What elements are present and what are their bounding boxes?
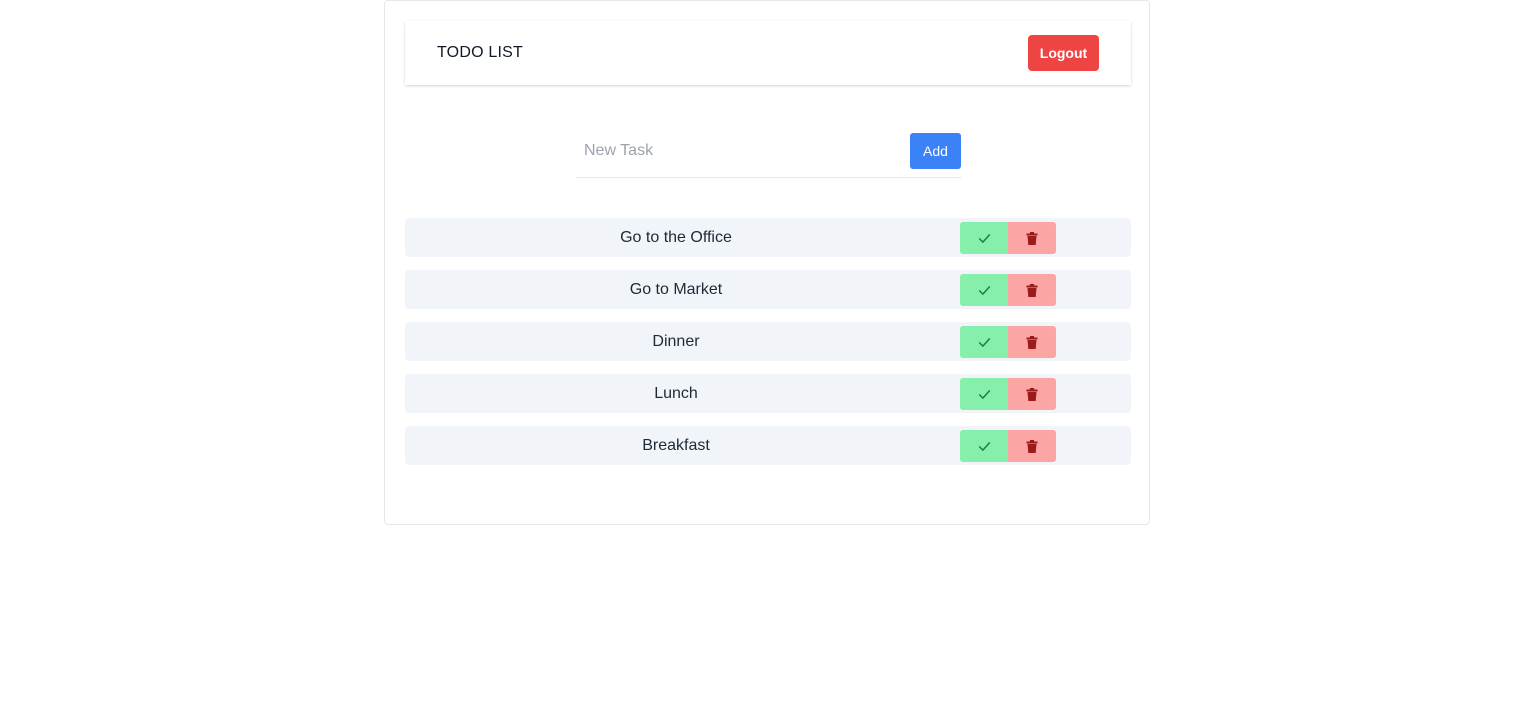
delete-task-button[interactable]	[1008, 222, 1056, 254]
new-task-input[interactable]	[576, 133, 910, 169]
app-header: TODO LIST Logout	[405, 21, 1131, 85]
mark-done-button[interactable]	[960, 430, 1008, 462]
logout-button[interactable]: Logout	[1028, 35, 1099, 71]
app-title: TODO LIST	[437, 44, 523, 61]
task-row: Dinner	[405, 322, 1131, 361]
delete-task-button[interactable]	[1008, 326, 1056, 358]
task-list: Go to the Office Go to Market Dinner Lun…	[405, 218, 1131, 478]
task-actions	[960, 378, 1056, 410]
task-text: Go to Market	[629, 281, 723, 298]
delete-task-button[interactable]	[1008, 378, 1056, 410]
trash-icon	[1026, 283, 1038, 297]
trash-icon	[1026, 231, 1038, 245]
delete-task-button[interactable]	[1008, 430, 1056, 462]
task-row: Go to the Office	[405, 218, 1131, 257]
add-task-button[interactable]: Add	[910, 133, 961, 169]
task-text: Dinner	[652, 333, 700, 350]
mark-done-button[interactable]	[960, 326, 1008, 358]
task-row: Lunch	[405, 374, 1131, 413]
page: TODO LIST Logout Add Go to the Office	[0, 0, 1536, 702]
mark-done-button[interactable]	[960, 222, 1008, 254]
task-actions	[960, 326, 1056, 358]
task-text: Lunch	[654, 385, 698, 402]
mark-done-button[interactable]	[960, 378, 1008, 410]
task-actions	[960, 274, 1056, 306]
task-row: Go to Market	[405, 270, 1131, 309]
task-actions	[960, 222, 1056, 254]
task-text: Breakfast	[642, 437, 710, 454]
mark-done-button[interactable]	[960, 274, 1008, 306]
check-icon	[978, 232, 991, 245]
task-text: Go to the Office	[620, 229, 732, 246]
delete-task-button[interactable]	[1008, 274, 1056, 306]
trash-icon	[1026, 439, 1038, 453]
check-icon	[978, 388, 991, 401]
check-icon	[978, 284, 991, 297]
task-actions	[960, 430, 1056, 462]
new-task-form: Add	[576, 133, 961, 178]
check-icon	[978, 440, 991, 453]
task-row: Breakfast	[405, 426, 1131, 465]
trash-icon	[1026, 335, 1038, 349]
check-icon	[978, 336, 991, 349]
todo-card: TODO LIST Logout Add Go to the Office	[384, 0, 1150, 525]
trash-icon	[1026, 387, 1038, 401]
